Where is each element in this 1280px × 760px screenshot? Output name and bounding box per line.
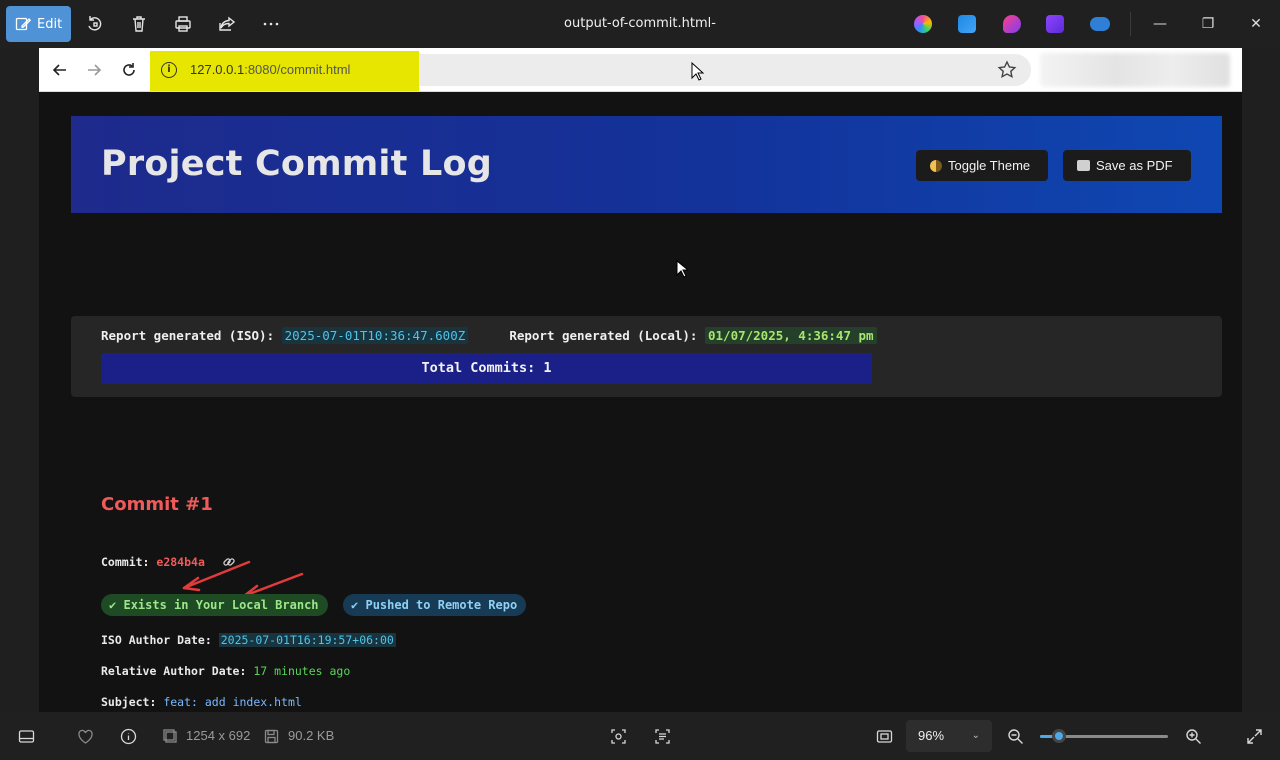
titlebar-divider [1130, 12, 1131, 36]
remote-repo-badge: ✔ Pushed to Remote Repo [343, 594, 527, 616]
screenshot-image: i 127.0.0.1:8080/commit.html Project Com… [39, 48, 1242, 712]
video-editor-icon[interactable] [1046, 15, 1064, 33]
edit-icon [15, 17, 31, 31]
zoom-in-icon[interactable] [1183, 726, 1203, 746]
theme-icon [930, 159, 942, 172]
iso-author-date: 2025-07-01T16:19:57+06:00 [218, 633, 396, 647]
forward-icon[interactable] [82, 58, 106, 82]
mouse-cursor-icon [676, 260, 688, 278]
zoom-value: 96% [918, 728, 945, 743]
back-icon[interactable] [48, 58, 72, 82]
url-path: :8080/commit.html [244, 62, 351, 77]
visual-search-icon[interactable] [608, 726, 628, 746]
extract-text-icon[interactable] [652, 726, 672, 746]
close-icon[interactable]: ✕ [1244, 12, 1268, 36]
mouse-cursor-icon [691, 62, 705, 81]
total-commits: Total Commits: 1 [101, 353, 872, 384]
dimensions-icon [160, 726, 180, 746]
url-text[interactable]: 127.0.0.1:8080/commit.html [190, 62, 350, 77]
report-summary: Report generated (ISO): 2025-07-01T10:36… [71, 316, 1222, 397]
zoom-slider-handle[interactable] [1052, 729, 1067, 743]
chevron-down-icon: ⌄ [971, 730, 980, 741]
report-iso-value: 2025-07-01T10:36:47.600Z [281, 327, 469, 344]
favorite-heart-icon[interactable] [75, 726, 95, 746]
more-options-icon[interactable] [259, 12, 283, 36]
save-pdf-label: Save as PDF [1096, 158, 1173, 173]
rotate-icon[interactable] [83, 12, 107, 36]
restore-icon[interactable]: ❐ [1196, 12, 1220, 36]
save-disk-icon [261, 726, 281, 746]
onedrive-icon[interactable] [1090, 17, 1110, 31]
designer-icon[interactable] [958, 15, 976, 33]
report-iso-label: Report generated (ISO): [101, 328, 275, 343]
edit-button[interactable]: Edit [6, 6, 71, 42]
info-icon[interactable] [118, 726, 138, 746]
subject: feat: add index.html [163, 695, 302, 709]
page-header: Project Commit Log Toggle Theme Save as … [71, 116, 1222, 213]
browser-toolbar: i 127.0.0.1:8080/commit.html [39, 48, 1242, 92]
subject-label: Subject: [101, 695, 157, 709]
page-title: Project Commit Log [101, 144, 492, 184]
url-host: 127.0.0.1 [190, 62, 245, 77]
relative-date-label: Relative Author Date: [101, 664, 247, 678]
check-icon: ✔ [109, 598, 117, 612]
local-branch-badge: ✔ Exists in Your Local Branch [101, 594, 328, 616]
bookmark-star-icon[interactable] [997, 60, 1017, 80]
commit-title: Commit #1 [101, 494, 213, 515]
filmstrip-icon[interactable] [16, 726, 36, 746]
toggle-theme-button[interactable]: Toggle Theme [916, 150, 1048, 181]
remote-repo-label: Pushed to Remote Repo [365, 598, 518, 612]
iso-author-date-row: ISO Author Date: 2025-07-01T16:19:57+06:… [101, 633, 396, 647]
subject-row: Subject: feat: add index.html [101, 695, 302, 709]
web-page: Project Commit Log Toggle Theme Save as … [39, 92, 1242, 712]
report-local-value: 01/07/2025, 4:36:47 pm [705, 327, 877, 344]
file-size: 90.2 KB [288, 728, 335, 743]
copilot-icon[interactable] [914, 15, 932, 33]
reload-icon[interactable] [117, 58, 141, 82]
local-branch-label: Exists in Your Local Branch [123, 598, 319, 612]
fullscreen-icon[interactable] [1244, 726, 1264, 746]
toggle-theme-label: Toggle Theme [948, 158, 1031, 173]
fit-to-window-icon[interactable] [874, 726, 894, 746]
relative-date: 17 minutes ago [253, 664, 351, 678]
commit-hash-label: Commit: [101, 555, 150, 569]
print-icon[interactable] [171, 12, 195, 36]
clipchamp-icon[interactable] [1003, 15, 1021, 33]
report-local-label: Report generated (Local): [509, 328, 698, 343]
iso-author-date-label: ISO Author Date: [101, 633, 212, 647]
zoom-dropdown[interactable]: 96% ⌄ [906, 720, 992, 752]
printer-icon [1077, 160, 1090, 171]
photos-titlebar: Edit output-of-commit.html-file.png — ❐ … [0, 0, 1280, 79]
report-timestamps: Report generated (ISO): 2025-07-01T10:36… [101, 327, 877, 344]
relative-date-row: Relative Author Date: 17 minutes ago [101, 664, 350, 678]
edit-label: Edit [37, 16, 63, 32]
file-title: output-of-commit.html-file.png [564, 16, 716, 79]
zoom-out-icon[interactable] [1005, 726, 1025, 746]
share-icon[interactable] [215, 12, 239, 36]
image-dimensions: 1254 x 692 [186, 728, 251, 743]
blurred-profile-area [1040, 53, 1230, 87]
check-icon: ✔ [351, 598, 359, 612]
delete-icon[interactable] [127, 12, 151, 36]
minimize-icon[interactable]: — [1148, 12, 1172, 36]
photos-bottombar: 1254 x 692 90.2 KB 96% ⌄ [0, 712, 1280, 760]
save-pdf-button[interactable]: Save as PDF [1063, 150, 1191, 181]
site-info-icon[interactable]: i [161, 62, 177, 78]
